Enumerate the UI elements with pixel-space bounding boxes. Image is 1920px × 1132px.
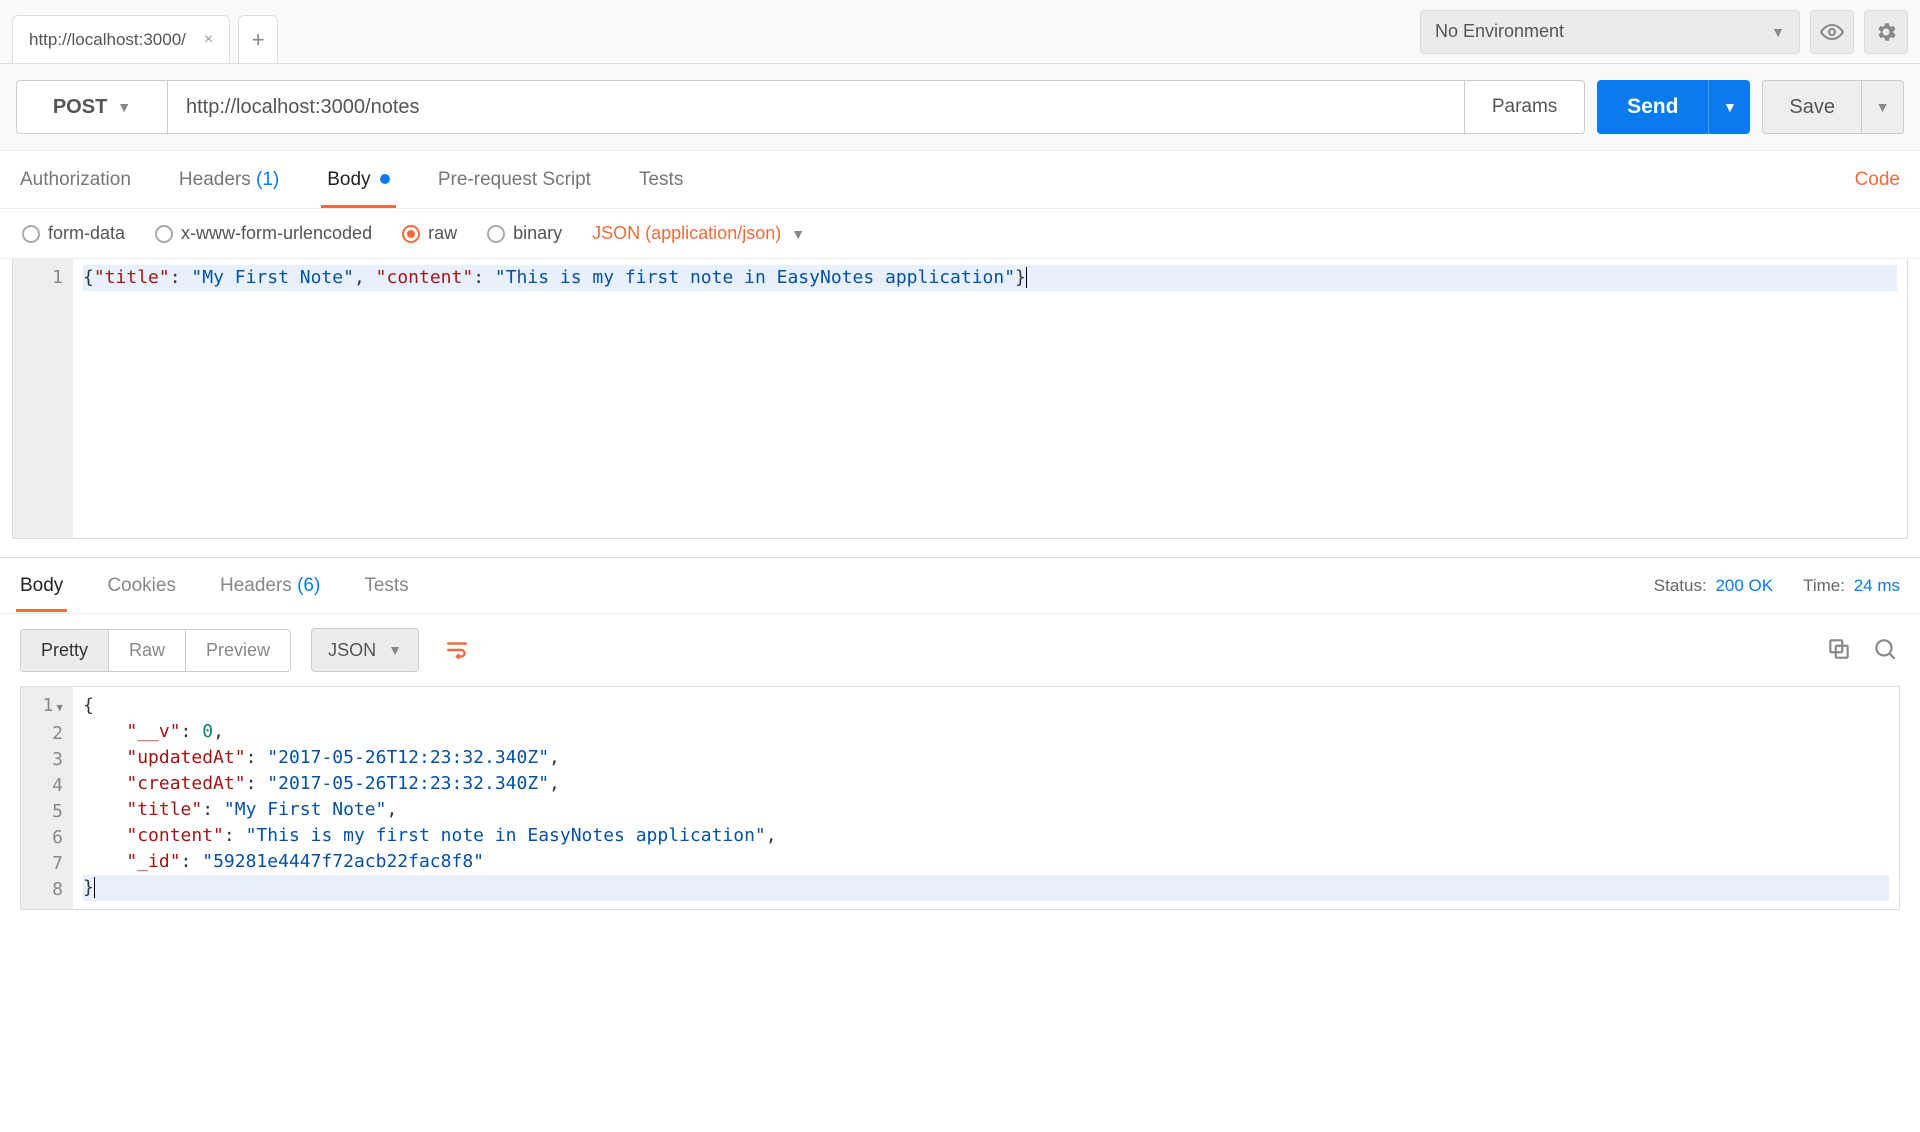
tab-headers[interactable]: Headers (1) xyxy=(179,153,279,207)
request-tab[interactable]: http://localhost:3000/ × xyxy=(12,15,230,63)
gear-icon xyxy=(1874,20,1898,44)
time-label: Time: 24 ms xyxy=(1803,576,1900,596)
tabs-section: http://localhost:3000/ × + xyxy=(0,0,278,63)
search-button[interactable] xyxy=(1872,636,1900,664)
response-tabs: Body Cookies Headers (6) Tests Status: 2… xyxy=(0,558,1920,614)
close-icon[interactable]: × xyxy=(204,31,213,49)
env-section: No Environment ▼ xyxy=(1420,10,1908,54)
modified-dot-icon xyxy=(380,174,390,184)
send-dropdown[interactable]: ▼ xyxy=(1708,80,1750,134)
radio-raw[interactable]: raw xyxy=(402,223,457,244)
chevron-down-icon: ▼ xyxy=(1723,99,1737,115)
method-label: POST xyxy=(53,96,107,119)
chevron-down-icon: ▼ xyxy=(1876,99,1890,115)
environment-label: No Environment xyxy=(1435,21,1564,42)
radio-urlencoded[interactable]: x-www-form-urlencoded xyxy=(155,223,372,244)
radio-binary[interactable]: binary xyxy=(487,223,562,244)
resp-tab-body[interactable]: Body xyxy=(20,561,63,611)
url-value: http://localhost:3000/notes xyxy=(186,96,420,119)
eye-icon xyxy=(1820,20,1844,44)
top-bar: http://localhost:3000/ × + No Environmen… xyxy=(0,0,1920,64)
radio-formdata[interactable]: form-data xyxy=(22,223,125,244)
view-preview[interactable]: Preview xyxy=(186,630,290,671)
code-area[interactable]: { "__v": 0, "updatedAt": "2017-05-26T12:… xyxy=(73,687,1899,909)
search-icon xyxy=(1872,636,1898,662)
resp-tab-tests[interactable]: Tests xyxy=(364,561,408,611)
fold-icon[interactable]: ▼ xyxy=(56,701,63,714)
wrap-icon xyxy=(444,637,470,663)
resp-headers-count: (6) xyxy=(297,575,320,596)
environment-select[interactable]: No Environment ▼ xyxy=(1420,10,1800,54)
tab-title: http://localhost:3000/ xyxy=(29,30,186,50)
tab-body[interactable]: Body xyxy=(327,153,390,207)
request-body-editor[interactable]: 1 {"title": "My First Note", "content": … xyxy=(12,259,1908,539)
method-select[interactable]: POST ▼ xyxy=(16,80,168,134)
status-value: 200 OK xyxy=(1715,576,1773,595)
chevron-down-icon: ▼ xyxy=(388,642,402,658)
request-row: POST ▼ http://localhost:3000/notes Param… xyxy=(0,64,1920,151)
chevron-down-icon: ▼ xyxy=(117,99,131,115)
response-body-editor[interactable]: 1▼ 2 3 4 5 6 7 8 { "__v": 0, "updatedAt"… xyxy=(20,686,1900,910)
copy-button[interactable] xyxy=(1826,636,1854,664)
response-section: Body Cookies Headers (6) Tests Status: 2… xyxy=(0,557,1920,910)
request-tabs: Authorization Headers (1) Body Pre-reque… xyxy=(0,151,1920,209)
status-label: Status: 200 OK xyxy=(1654,576,1773,596)
tab-prerequest[interactable]: Pre-request Script xyxy=(438,153,591,207)
code-link[interactable]: Code xyxy=(1855,169,1900,191)
view-pretty[interactable]: Pretty xyxy=(21,630,109,671)
radio-icon xyxy=(487,225,505,243)
code-area[interactable]: {"title": "My First Note", "content": "T… xyxy=(73,259,1907,538)
format-select[interactable]: JSON ▼ xyxy=(311,628,419,672)
line-gutter: 1 xyxy=(13,259,73,538)
params-button[interactable]: Params xyxy=(1465,80,1585,134)
save-group: Save ▼ xyxy=(1762,80,1904,134)
tab-authorization[interactable]: Authorization xyxy=(20,153,131,207)
send-group: Send ▼ xyxy=(1597,80,1750,134)
save-button[interactable]: Save xyxy=(1762,80,1862,134)
send-button[interactable]: Send xyxy=(1597,80,1708,134)
resp-tab-headers[interactable]: Headers (6) xyxy=(220,561,320,611)
view-mode-group: Pretty Raw Preview xyxy=(20,629,291,672)
response-meta: Status: 200 OK Time: 24 ms xyxy=(1654,576,1900,596)
text-cursor xyxy=(94,877,95,898)
response-toolbar: Pretty Raw Preview JSON ▼ xyxy=(0,614,1920,686)
add-tab-button[interactable]: + xyxy=(238,15,278,63)
save-dropdown[interactable]: ▼ xyxy=(1862,80,1904,134)
settings-button[interactable] xyxy=(1864,10,1908,54)
chevron-down-icon: ▼ xyxy=(1771,24,1785,40)
resp-tab-cookies[interactable]: Cookies xyxy=(107,561,176,611)
tab-tests[interactable]: Tests xyxy=(639,153,683,207)
line-gutter: 1▼ 2 3 4 5 6 7 8 xyxy=(21,687,73,909)
wrap-lines-button[interactable] xyxy=(435,628,479,672)
content-type-select[interactable]: JSON (application/json) ▼ xyxy=(592,223,805,244)
radio-icon xyxy=(155,225,173,243)
radio-icon xyxy=(22,225,40,243)
view-raw[interactable]: Raw xyxy=(109,630,186,671)
quicklook-button[interactable] xyxy=(1810,10,1854,54)
copy-icon xyxy=(1826,636,1852,662)
headers-count: (1) xyxy=(256,169,279,190)
url-input[interactable]: http://localhost:3000/notes xyxy=(168,80,1465,134)
chevron-down-icon: ▼ xyxy=(791,226,805,242)
radio-icon xyxy=(402,225,420,243)
time-value: 24 ms xyxy=(1854,576,1900,595)
text-cursor xyxy=(1026,267,1027,288)
body-type-row: form-data x-www-form-urlencoded raw bina… xyxy=(0,209,1920,259)
